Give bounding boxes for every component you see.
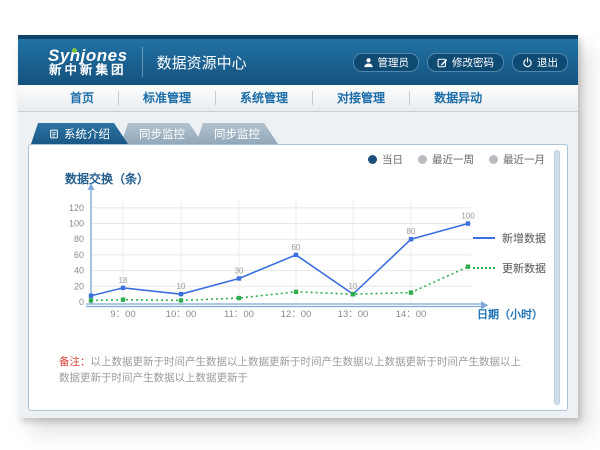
tab-label: 系统介绍 bbox=[64, 126, 110, 142]
logo-accent-dot bbox=[72, 48, 77, 53]
data-point bbox=[89, 298, 93, 302]
y-tick-label: 60 bbox=[74, 250, 84, 260]
data-point bbox=[409, 237, 413, 241]
header-actions: 管理员 修改密码 退出 bbox=[353, 53, 569, 72]
edit-password-icon bbox=[437, 57, 448, 68]
page-title: 数据资源中心 bbox=[157, 52, 247, 73]
x-tick-label: 12：00 bbox=[281, 309, 312, 320]
legend-item: 更新数据 bbox=[473, 260, 546, 276]
logout-button[interactable]: 退出 bbox=[512, 53, 568, 72]
document-icon bbox=[49, 129, 59, 139]
tab-label: 同步监控 bbox=[214, 126, 260, 142]
nav-item-home[interactable]: 首页 bbox=[46, 91, 118, 105]
tab-bar: 系统介绍 同步监控 同步监控 bbox=[31, 123, 568, 144]
tab-system-intro[interactable]: 系统介绍 bbox=[31, 123, 128, 144]
legend-label: 更新数据 bbox=[502, 260, 546, 276]
data-point-label: 18 bbox=[119, 276, 128, 285]
chart-panel: 当日最近一周最近一月 数据交换（条） 0204060801001209：0010… bbox=[28, 144, 568, 411]
x-tick-label: 9：00 bbox=[110, 309, 135, 320]
data-point bbox=[237, 276, 241, 280]
edit-password-label: 修改密码 bbox=[452, 55, 494, 70]
x-axis-title: 日期（小时） bbox=[477, 307, 543, 321]
data-point-label: 10 bbox=[177, 282, 186, 291]
data-point-label: 100 bbox=[461, 212, 475, 221]
logo-text: Synjones bbox=[48, 47, 128, 65]
data-point-label: 30 bbox=[235, 266, 244, 275]
footnote: 备注：以上数据更新于时间产生数据以上数据更新于时间产生数据以上数据更新于时间产生… bbox=[59, 355, 527, 387]
nav-item-standard-management[interactable]: 标准管理 bbox=[118, 91, 215, 105]
data-point bbox=[237, 296, 241, 300]
legend-item: 新增数据 bbox=[473, 230, 546, 246]
y-tick-label: 100 bbox=[69, 219, 84, 229]
x-tick-label: 13：00 bbox=[338, 309, 369, 320]
screen: Synjones 新中新集团 数据资源中心 管理员修改密码退出 首页标准管理系统… bbox=[0, 0, 600, 450]
company-logo: Synjones 新中新集团 bbox=[48, 47, 143, 78]
y-tick-label: 80 bbox=[74, 234, 84, 244]
data-point bbox=[179, 298, 183, 302]
user-label: 管理员 bbox=[378, 55, 410, 70]
data-point bbox=[294, 253, 298, 257]
app-header: Synjones 新中新集团 数据资源中心 管理员 修改密码 退出 bbox=[18, 39, 578, 85]
data-point bbox=[89, 294, 93, 298]
chart-legend: 新增数据更新数据 bbox=[473, 230, 546, 276]
y-tick-label: 120 bbox=[69, 203, 84, 213]
data-point bbox=[351, 292, 355, 296]
logout-icon bbox=[522, 57, 533, 68]
y-tick-label: 0 bbox=[79, 297, 84, 307]
legend-swatch-icon bbox=[473, 237, 495, 239]
data-point bbox=[409, 290, 413, 294]
legend-label: 新增数据 bbox=[502, 230, 546, 246]
data-point bbox=[466, 264, 470, 268]
data-point bbox=[179, 292, 183, 296]
main-nav: 首页标准管理系统管理对接管理数据异动 bbox=[18, 85, 578, 112]
data-point bbox=[294, 290, 298, 294]
tab-sync-monitor-1[interactable]: 同步监控 bbox=[121, 123, 203, 144]
content-area: 系统介绍同步监控同步监控 当日最近一周最近一月 数据交换（条） 02040608… bbox=[18, 112, 578, 418]
y-tick-label: 40 bbox=[74, 266, 84, 276]
footnote-text: 以上数据更新于时间产生数据以上数据更新于时间产生数据以上数据更新于时间产生数据以… bbox=[59, 356, 521, 384]
logo-subtext: 新中新集团 bbox=[48, 64, 128, 77]
x-tick-label: 11：00 bbox=[224, 309, 254, 320]
data-point-label: 80 bbox=[407, 227, 416, 236]
legend-swatch-icon bbox=[473, 267, 495, 269]
page-card: Synjones 新中新集团 数据资源中心 管理员修改密码退出 首页标准管理系统… bbox=[18, 35, 578, 418]
data-point bbox=[121, 297, 125, 301]
logout-label: 退出 bbox=[537, 55, 558, 70]
edit-password-button[interactable]: 修改密码 bbox=[427, 53, 504, 72]
data-point-label: 60 bbox=[292, 243, 301, 252]
data-point bbox=[121, 286, 125, 290]
nav-item-integration-management[interactable]: 对接管理 bbox=[312, 91, 409, 105]
data-point bbox=[466, 221, 470, 225]
tab-sync-monitor-2[interactable]: 同步监控 bbox=[196, 123, 278, 144]
user-button[interactable]: 管理员 bbox=[353, 53, 420, 72]
x-tick-label: 14：00 bbox=[396, 309, 427, 320]
user-icon bbox=[363, 57, 374, 68]
y-axis-arrow-icon bbox=[88, 183, 95, 190]
x-tick-label: 10：00 bbox=[166, 309, 197, 320]
nav-item-data-change[interactable]: 数据异动 bbox=[409, 91, 506, 105]
nav-item-system-management[interactable]: 系统管理 bbox=[215, 91, 312, 105]
panel-scrollbar[interactable] bbox=[554, 150, 560, 405]
tab-label: 同步监控 bbox=[139, 126, 185, 142]
y-tick-label: 20 bbox=[74, 281, 84, 291]
footnote-label: 备注： bbox=[59, 356, 91, 368]
scrollbar-thumb[interactable] bbox=[554, 150, 560, 405]
data-point-label: 10 bbox=[349, 282, 358, 291]
